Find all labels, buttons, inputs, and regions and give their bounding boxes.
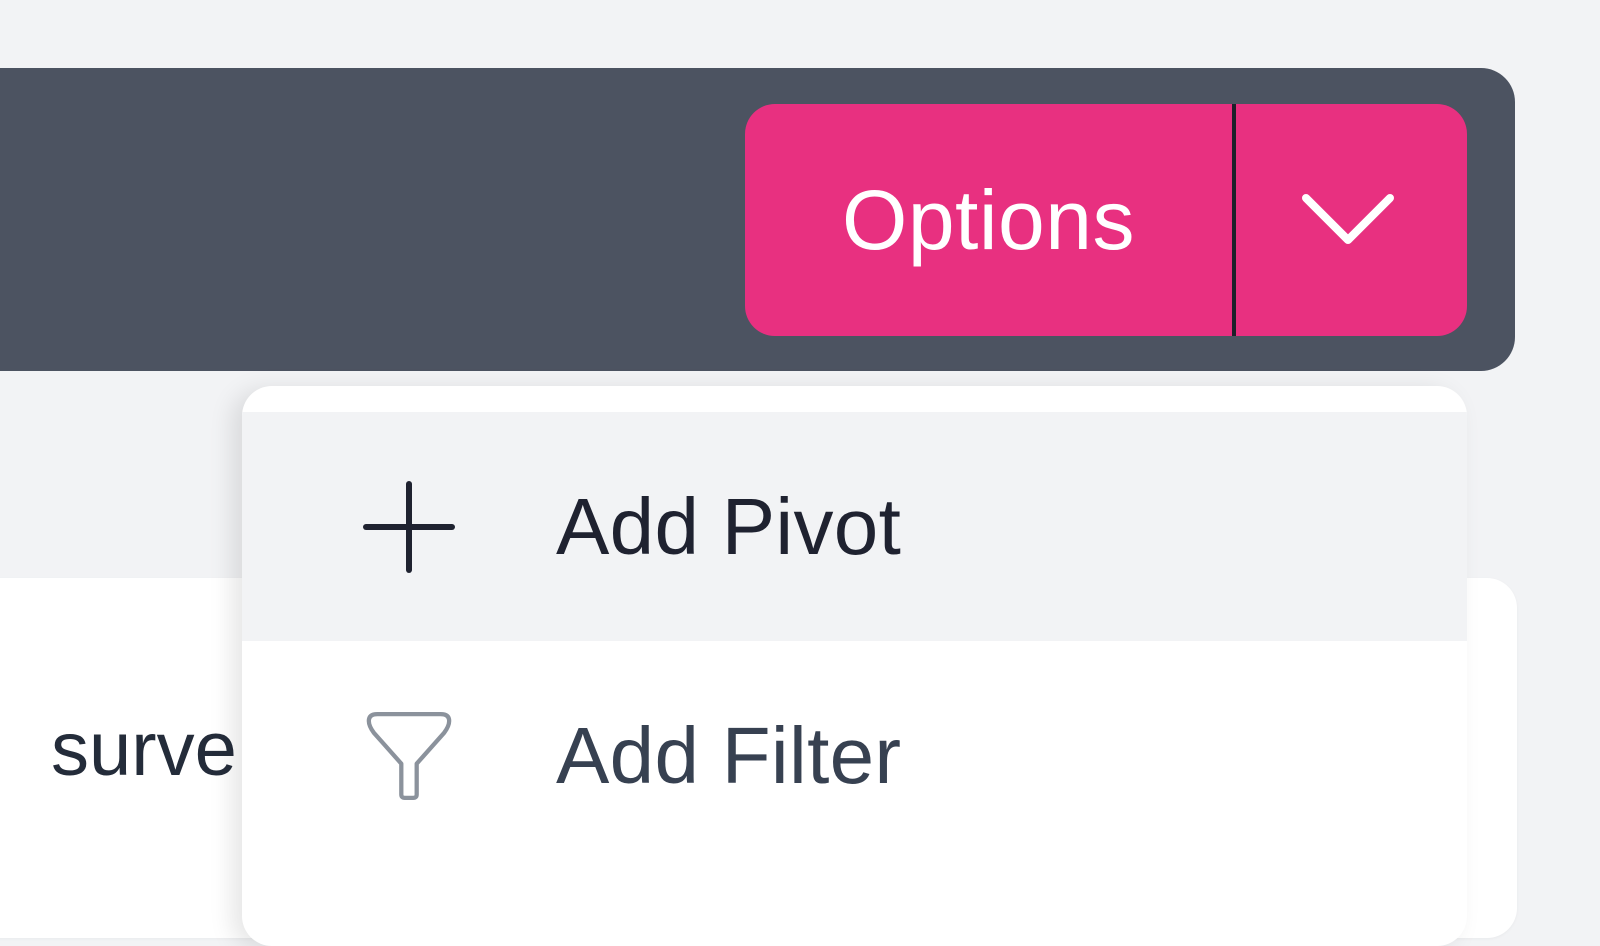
menu-item-label: Add Pivot [556,481,902,571]
menu-item-add-filter[interactable]: Add Filter [242,641,1467,870]
options-dropdown-toggle[interactable] [1236,104,1467,336]
options-button[interactable]: Options [745,104,1232,336]
options-dropdown-menu: Add Pivot Add Filter [242,386,1467,946]
dropdown-menu-list: Add Pivot Add Filter [242,412,1467,870]
plus-icon [362,480,456,574]
options-split-button: Options [745,104,1467,336]
menu-item-label: Add Filter [556,710,902,800]
filter-icon [362,709,456,803]
card-partial-text: surve [51,707,237,792]
menu-item-add-pivot[interactable]: Add Pivot [242,412,1467,641]
chevron-down-icon [1301,194,1394,244]
options-button-label: Options [842,172,1135,267]
